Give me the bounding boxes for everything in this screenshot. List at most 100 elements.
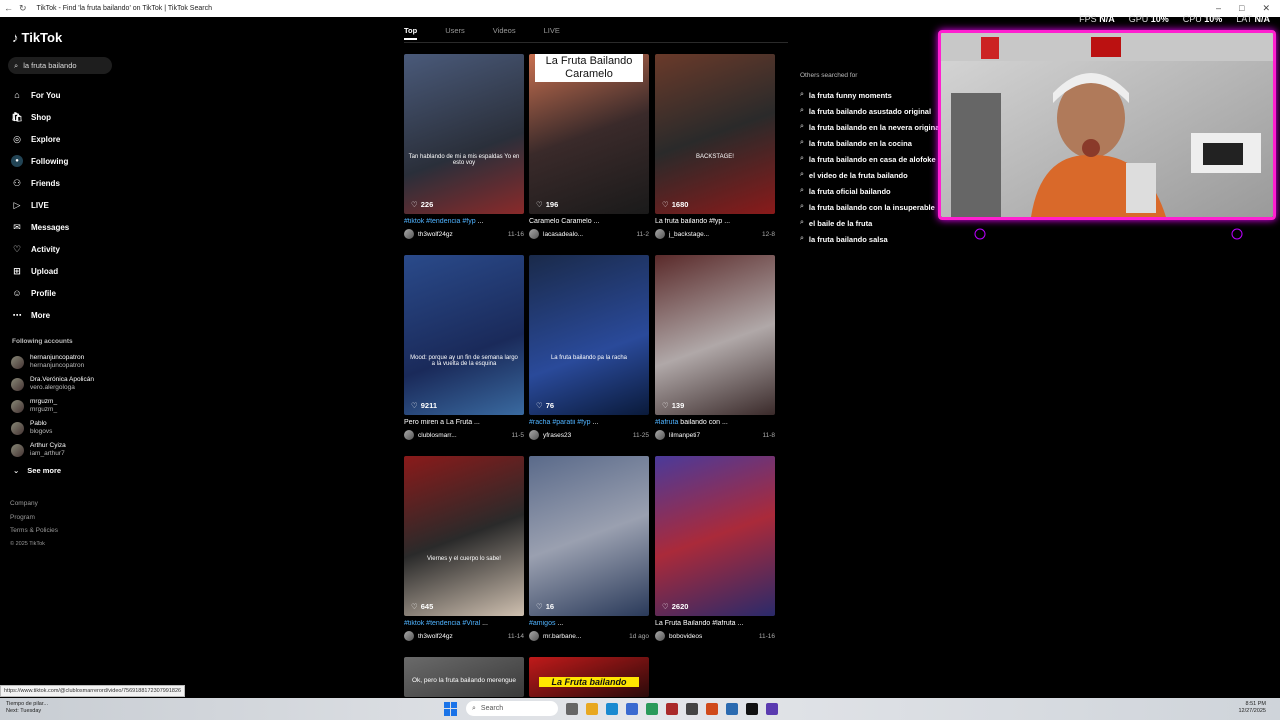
video-caption[interactable]: Caramelo Caramelo ... — [529, 218, 649, 225]
related-search-item[interactable]: ⌕ la fruta oficial bailando — [800, 183, 940, 199]
chrome-icon[interactable] — [706, 702, 718, 715]
related-search-item[interactable]: ⌕ la fruta bailando en casa de alofoke — [800, 151, 940, 167]
close-icon[interactable]: ✕ — [1262, 3, 1270, 14]
video-thumbnail[interactable]: Mood: porque ay un fin de semana largo a… — [404, 255, 524, 415]
store-icon[interactable] — [626, 702, 638, 715]
hashtag[interactable]: #racha #paratii #fyp — [529, 419, 590, 426]
video-card[interactable]: Viernes y el cuerpo lo sabe! ♡ 645 #tiktok … — [404, 456, 524, 641]
sidebar-item-more[interactable]: ⋯ More — [11, 304, 69, 326]
tab-top[interactable]: Top — [404, 26, 417, 40]
tab-live[interactable]: LIVE — [544, 26, 560, 40]
video-author[interactable]: th3wolf24gz — [418, 231, 453, 238]
related-search-item[interactable]: ⌕ la fruta bailando en la cocina — [800, 135, 940, 151]
sidebar-item-activity[interactable]: ♡ Activity — [11, 238, 69, 260]
video-author[interactable]: j_backstage... — [669, 231, 709, 238]
video-caption[interactable]: #amigos ... — [529, 620, 649, 627]
following-account[interactable]: mrguzm_ mrguzm_ — [11, 395, 94, 417]
sidebar-item-profile[interactable]: ☺ Profile — [11, 282, 69, 304]
video-caption[interactable]: #lafruta bailando con ... — [655, 419, 775, 426]
refresh-icon[interactable]: ↻ — [19, 3, 27, 14]
sidebar-item-messages[interactable]: ✉ Messages — [11, 216, 69, 238]
video-author[interactable]: lilmanpeti7 — [669, 432, 700, 439]
video-thumbnail[interactable]: ♡ 2620 — [655, 456, 775, 616]
video-card[interactable]: Tan hablando de mi a mis espaldas Yo en … — [404, 54, 524, 239]
app-icon[interactable] — [726, 702, 738, 715]
taskbar-search[interactable]: ⌕ Search — [466, 701, 558, 716]
file-explorer-icon[interactable] — [586, 702, 598, 715]
related-search-item[interactable]: ⌕ la fruta bailando en la nevera original — [800, 119, 940, 135]
video-author[interactable]: yfrases23 — [543, 432, 571, 439]
following-account[interactable]: Arthur Cyiza iam_arthur7 — [11, 439, 94, 461]
video-caption[interactable]: #racha #paratii #fyp ... — [529, 419, 649, 426]
video-author[interactable]: lacasadealo... — [543, 231, 583, 238]
sidebar-item-shop[interactable]: 🛍 Shop — [11, 106, 69, 128]
tab-videos[interactable]: Videos — [493, 26, 516, 40]
video-thumbnail[interactable]: Tan hablando de mi a mis espaldas Yo en … — [404, 54, 524, 214]
sidebar-item-for-you[interactable]: ⌂ For You — [11, 84, 69, 106]
video-card[interactable]: La fruta bailando pa la racha ♡ 76 #racha #… — [529, 255, 649, 440]
video-author[interactable]: bobovideos — [669, 633, 702, 640]
related-search-item[interactable]: ⌕ la fruta bailando con la insuperable — [800, 199, 940, 215]
taskbar-notice[interactable]: Tiempo de pilar... Next: Tuesday — [6, 701, 48, 715]
hashtag[interactable]: #lafruta — [655, 419, 678, 426]
video-card[interactable]: ♡ 2620 La Fruta Bailando #lafruta ... bobov… — [655, 456, 775, 641]
video-thumbnail[interactable]: La Fruta Bailando Caramelo ♡ 196 — [529, 54, 649, 214]
video-caption[interactable]: #tiktok #tendencia #Viral ... — [404, 620, 524, 627]
sidebar-item-upload[interactable]: ⊞ Upload — [11, 260, 69, 282]
related-search-item[interactable]: ⌕ la fruta bailando asustado original — [800, 103, 940, 119]
tab-users[interactable]: Users — [445, 26, 465, 40]
app-icon[interactable] — [646, 702, 658, 715]
video-card[interactable]: BACKSTAGE! ♡ 1680 La fruta bailando #fyp ..… — [655, 54, 775, 239]
footer-company[interactable]: Company — [10, 497, 58, 511]
video-card[interactable]: La Fruta Bailando Caramelo ♡ 196 Caramelo C… — [529, 54, 649, 239]
video-author[interactable]: mr.barbane... — [543, 633, 581, 640]
video-caption[interactable]: La fruta bailando #fyp ... — [655, 218, 775, 225]
app-icon[interactable] — [766, 702, 778, 715]
task-view-icon[interactable] — [566, 702, 578, 715]
sidebar-item-friends[interactable]: ⚇ Friends — [11, 172, 69, 194]
following-account[interactable]: Pablo blogovs — [11, 417, 94, 439]
edge-icon[interactable] — [606, 702, 618, 715]
related-search-item[interactable]: ⌕ la fruta bailando salsa — [800, 231, 940, 247]
app-icon[interactable] — [686, 702, 698, 715]
video-author[interactable]: th3wolf24gz — [418, 633, 453, 640]
sidebar-item-live[interactable]: ▷ LIVE — [11, 194, 69, 216]
following-account[interactable]: Dra.Verónica Apolicán vero.alergologa — [11, 373, 94, 395]
tiktok-logo[interactable]: ♪ TikTok — [12, 30, 62, 45]
maximize-icon[interactable]: □ — [1239, 3, 1244, 14]
footer-program[interactable]: Program — [10, 511, 58, 525]
back-icon[interactable]: ← — [4, 3, 13, 14]
video-card[interactable]: ♡ 16 #amigos ... mr.barbane... 1d ago — [529, 456, 649, 641]
video-thumbnail[interactable]: La fruta bailando pa la racha ♡ 76 — [529, 255, 649, 415]
video-thumbnail[interactable]: ♡ 139 — [655, 255, 775, 415]
video-thumbnail[interactable]: La Fruta bailando — [529, 657, 649, 697]
following-account[interactable]: hernanjuncopatron hernanjuncopatron — [11, 351, 94, 373]
video-author[interactable]: clublosmarr... — [418, 432, 457, 439]
sidebar-item-explore[interactable]: ◎ Explore — [11, 128, 69, 150]
sidebar-item-following[interactable]: ● Following — [11, 150, 69, 172]
related-search-item[interactable]: ⌕ el baile de la fruta — [800, 215, 940, 231]
video-card[interactable]: Ok, pero la fruta bailando merengue — [404, 657, 524, 697]
minimize-icon[interactable]: – — [1216, 3, 1221, 14]
start-button[interactable] — [444, 701, 458, 716]
hashtag[interactable]: #tiktok #tendencia #Viral — [404, 620, 480, 627]
video-thumbnail[interactable]: ♡ 16 — [529, 456, 649, 616]
video-card[interactable]: ♡ 139 #lafruta bailando con ... lilmanpeti7… — [655, 255, 775, 440]
hashtag[interactable]: #amigos — [529, 620, 555, 627]
video-thumbnail[interactable]: BACKSTAGE! ♡ 1680 — [655, 54, 775, 214]
obs-icon[interactable] — [666, 702, 678, 715]
search-input[interactable]: ⌕ la fruta bailando — [8, 57, 112, 74]
video-caption[interactable]: #tiktok #tendencia #fyp ... — [404, 218, 524, 225]
video-card[interactable]: Mood: porque ay un fin de semana largo a… — [404, 255, 524, 440]
related-search-item[interactable]: ⌕ la fruta funny moments — [800, 87, 940, 103]
video-card[interactable]: La Fruta bailando — [529, 657, 649, 697]
hashtag[interactable]: #tiktok #tendencia #fyp — [404, 218, 476, 225]
video-thumbnail[interactable]: Ok, pero la fruta bailando merengue — [404, 657, 524, 697]
see-more-button[interactable]: ⌄ See more — [13, 466, 61, 475]
related-search-item[interactable]: ⌕ el video de la fruta bailando — [800, 167, 940, 183]
video-thumbnail[interactable]: Viernes y el cuerpo lo sabe! ♡ 645 — [404, 456, 524, 616]
tiktok-icon[interactable] — [746, 702, 758, 715]
footer-terms[interactable]: Terms & Policies — [10, 524, 58, 538]
clock[interactable]: 8:51 PM 12/27/2025 — [1238, 701, 1266, 715]
video-caption[interactable]: La Fruta Bailando #lafruta ... — [655, 620, 775, 627]
